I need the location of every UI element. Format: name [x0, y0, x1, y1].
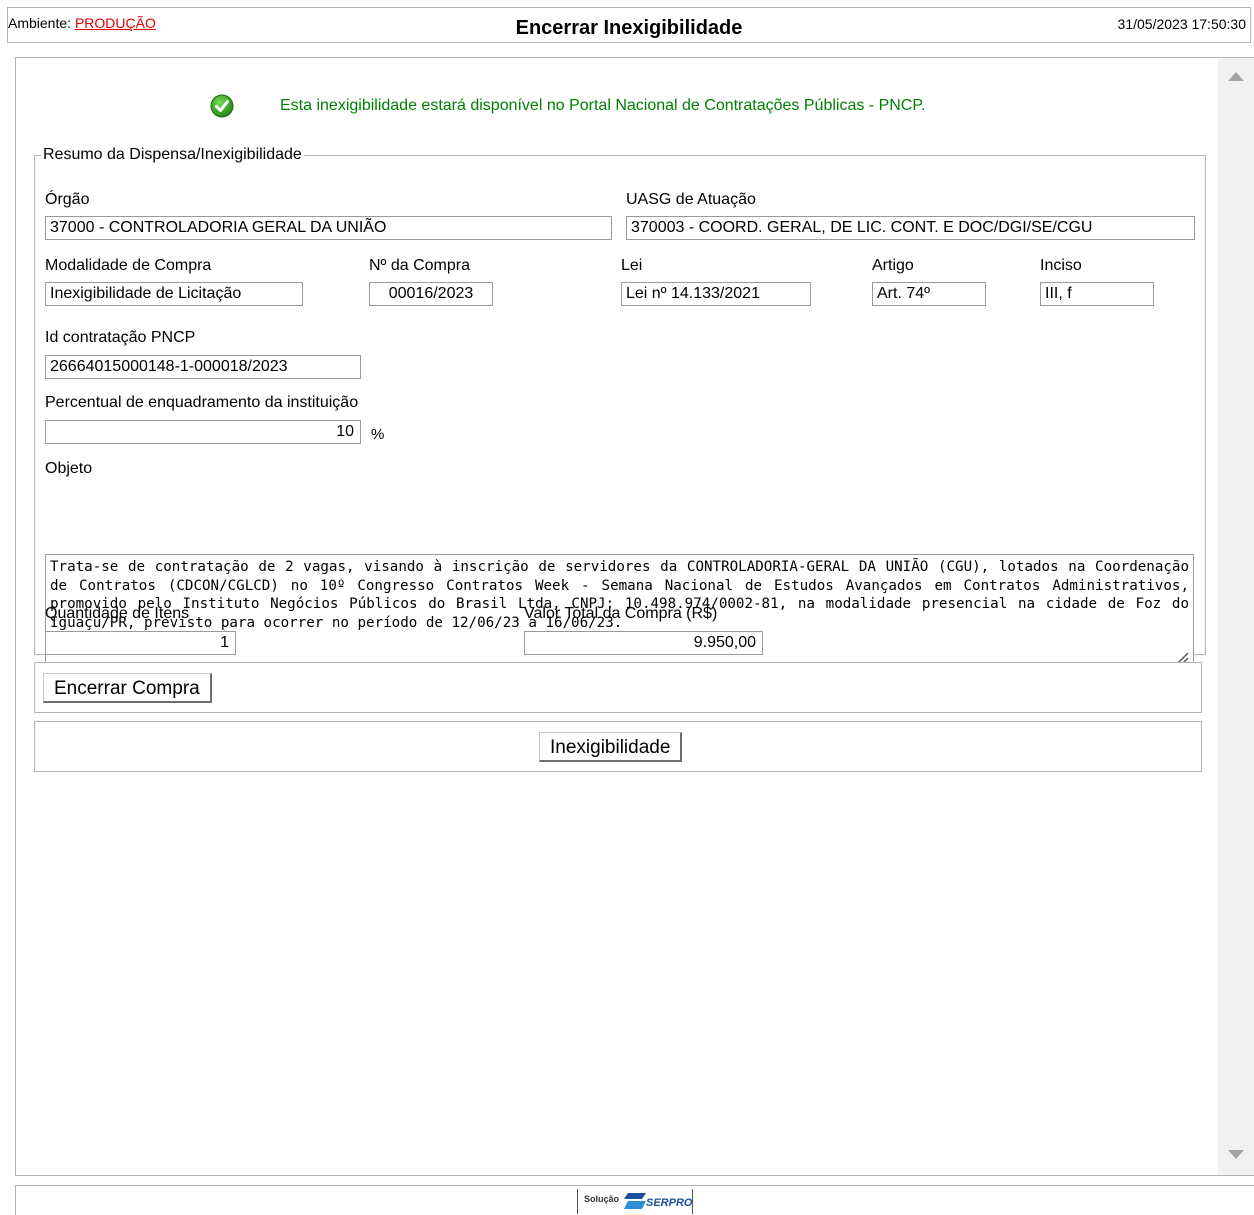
inexigibilidade-panel: Inexigibilidade [34, 721, 1202, 772]
page-footer: Solução SERPRO [15, 1185, 1254, 1215]
serpro-mark-icon [624, 1193, 646, 1209]
valor-total-field[interactable]: 9.950,00 [524, 631, 763, 655]
numero-compra-label: Nº da Compra [369, 257, 470, 274]
artigo-field[interactable]: Art. 74º [872, 282, 986, 306]
scroll-up-arrow-icon[interactable] [1228, 72, 1244, 81]
page-header: Ambiente: PRODUÇÃO Encerrar Inexigibilid… [7, 7, 1251, 43]
percentual-unit: % [371, 426, 385, 443]
check-icon [210, 94, 234, 118]
resumo-fieldset: Resumo da Dispensa/Inexigibilidade Órgão… [34, 146, 1206, 668]
orgao-field[interactable]: 37000 - CONTROLADORIA GERAL DA UNIÃO [45, 216, 612, 240]
uasg-field[interactable]: 370003 - COORD. GERAL, DE LIC. CONT. E D… [626, 216, 1195, 240]
logo-prefix: Solução [584, 1194, 620, 1204]
valor-total-label: Valor Total da Compra (R$) [524, 605, 718, 622]
lei-label: Lei [621, 257, 643, 274]
resumo-legend: Resumo da Dispensa/Inexigibilidade [43, 146, 302, 163]
quantidade-field[interactable]: 1 [45, 631, 236, 655]
datetime: 31/05/2023 17:50:30 [1117, 16, 1246, 32]
page-title: Encerrar Inexigibilidade [515, 17, 743, 39]
lei-field[interactable]: Lei nº 14.133/2021 [621, 282, 811, 306]
quantidade-label: Quantidade de Itens [45, 605, 190, 622]
pncp-id-label: Id contratação PNCP [45, 329, 196, 346]
logo-brand: SERPRO [646, 1197, 693, 1209]
modalidade-field[interactable]: Inexigibilidade de Licitação [45, 282, 303, 306]
percentual-label: Percentual de enquadramento da instituiç… [45, 394, 359, 411]
inciso-label: Inciso [1040, 257, 1082, 274]
modalidade-label: Modalidade de Compra [45, 257, 212, 274]
encerrar-panel: Encerrar Compra [34, 662, 1202, 713]
pncp-id-field[interactable]: 26664015000148-1-000018/2023 [45, 355, 361, 379]
orgao-label: Órgão [45, 191, 90, 208]
serpro-logo: Solução SERPRO [577, 1189, 693, 1214]
inciso-field[interactable]: III, f [1040, 282, 1154, 306]
pncp-notice: Esta inexigibilidade estará disponível n… [210, 94, 925, 118]
artigo-label: Artigo [872, 257, 914, 274]
notice-text: Esta inexigibilidade estará disponível n… [280, 97, 926, 114]
content-frame: Esta inexigibilidade estará disponível n… [15, 57, 1254, 1176]
vertical-scrollbar[interactable] [1218, 58, 1254, 1175]
numero-compra-field[interactable]: 00016/2023 [369, 282, 493, 306]
percentual-field[interactable]: 10 [45, 420, 361, 444]
uasg-label: UASG de Atuação [626, 191, 756, 208]
inexigibilidade-button[interactable]: Inexigibilidade [539, 732, 683, 762]
objeto-label: Objeto [45, 460, 93, 477]
encerrar-compra-button[interactable]: Encerrar Compra [43, 673, 212, 703]
scroll-down-arrow-icon[interactable] [1228, 1150, 1244, 1159]
